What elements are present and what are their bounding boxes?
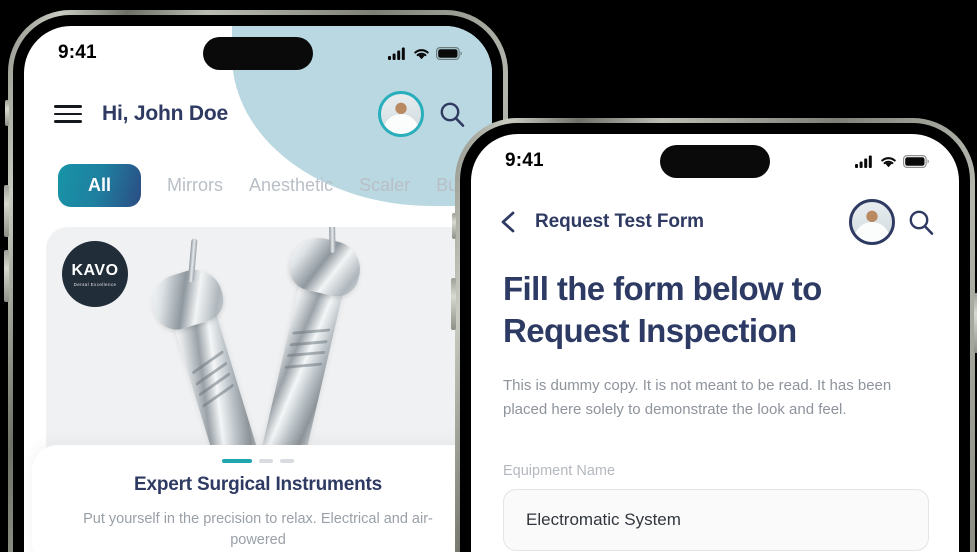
wifi-icon — [414, 48, 429, 59]
left-phone-screen: 9:41 Hi, John Doe All Mirrors Anesthetic… — [24, 26, 492, 552]
volume-up-button-right[interactable] — [451, 278, 456, 330]
product-description: Put yourself in the precision to relax. … — [83, 511, 433, 549]
status-indicators-right — [855, 154, 929, 168]
handpiece-bur-right — [328, 227, 336, 253]
user-avatar[interactable] — [378, 91, 424, 137]
right-phone-mockup: 9:41 Request Test Form Fill the form bel… — [451, 118, 977, 552]
silent-switch-right[interactable] — [452, 213, 456, 239]
form-heading-line2: Request Inspection — [503, 312, 797, 350]
signal-bars-icon — [855, 155, 872, 168]
signal-bars-icon — [388, 47, 405, 60]
category-chip-all[interactable]: All — [58, 164, 142, 207]
product-title: Expert Surgical Instruments — [133, 474, 382, 495]
carousel-dot-3[interactable] — [280, 459, 294, 463]
chevron-left-icon[interactable] — [497, 210, 521, 234]
carousel-dot-2[interactable] — [259, 459, 273, 463]
left-app-header: Hi, John Doe — [24, 80, 492, 142]
form-heading: Fill the form below to Request Inspectio… — [503, 268, 929, 352]
category-chip-mirrors[interactable]: Mirrors — [167, 175, 223, 196]
right-nav-actions — [849, 199, 935, 245]
brand-logo-tagline: Dental Excellence — [73, 281, 117, 287]
handpiece-grip-left — [190, 350, 242, 424]
handpiece-head-right — [285, 232, 366, 301]
right-nav-bar: Request Test Form — [471, 188, 959, 246]
silent-switch[interactable] — [5, 100, 9, 126]
dynamic-island-right — [660, 145, 770, 178]
battery-icon — [436, 46, 462, 60]
left-phone-mockup: 9:41 Hi, John Doe All Mirrors Anesthetic… — [4, 10, 508, 552]
form-heading-line1: Fill the form below to — [503, 270, 822, 307]
carousel-indicator — [50, 459, 466, 463]
battery-icon — [903, 154, 929, 168]
page-title: Request Test Form — [535, 211, 704, 232]
wifi-icon — [881, 156, 896, 167]
product-info-card: Expert Surgical Instruments Put yourself… — [32, 445, 484, 552]
form-subtext: This is dummy copy. It is not meant to b… — [503, 377, 892, 418]
category-filter-row: All Mirrors Anesthetic Scaler Bu — [24, 142, 492, 207]
brand-logo-name: KAVO — [71, 261, 119, 279]
field-label-equipment-name: Equipment Name — [503, 462, 616, 479]
status-time: 9:41 — [58, 42, 97, 63]
form-content: Fill the form below to Request Inspectio… — [471, 246, 959, 551]
category-chip-anesthetic[interactable]: Anesthetic — [249, 175, 333, 196]
volume-down-button[interactable] — [4, 250, 9, 302]
search-icon[interactable] — [438, 100, 466, 128]
greeting-text: Hi, John Doe — [102, 102, 228, 125]
handpiece-grip-right — [281, 326, 331, 393]
volume-up-button[interactable] — [4, 185, 9, 237]
right-phone-bezel: 9:41 Request Test Form Fill the form bel… — [460, 123, 970, 552]
brand-logo-kavo: KAVO Dental Excellence — [62, 241, 128, 307]
hamburger-menu-icon[interactable] — [54, 105, 82, 123]
carousel-dot-1[interactable] — [222, 459, 252, 463]
dynamic-island — [203, 37, 313, 70]
screenshot-stage: 9:41 Hi, John Doe All Mirrors Anesthetic… — [0, 0, 977, 552]
equipment-name-input[interactable]: Electromatic System — [503, 488, 929, 551]
left-header-actions — [378, 91, 466, 137]
category-chip-scaler[interactable]: Scaler — [359, 175, 410, 196]
status-indicators — [388, 46, 462, 60]
right-phone-screen: 9:41 Request Test Form Fill the form bel… — [471, 134, 959, 552]
search-icon[interactable] — [907, 208, 935, 236]
left-phone-bezel: 9:41 Hi, John Doe All Mirrors Anesthetic… — [13, 15, 503, 552]
user-avatar[interactable] — [849, 199, 895, 245]
status-time-right: 9:41 — [505, 150, 544, 171]
